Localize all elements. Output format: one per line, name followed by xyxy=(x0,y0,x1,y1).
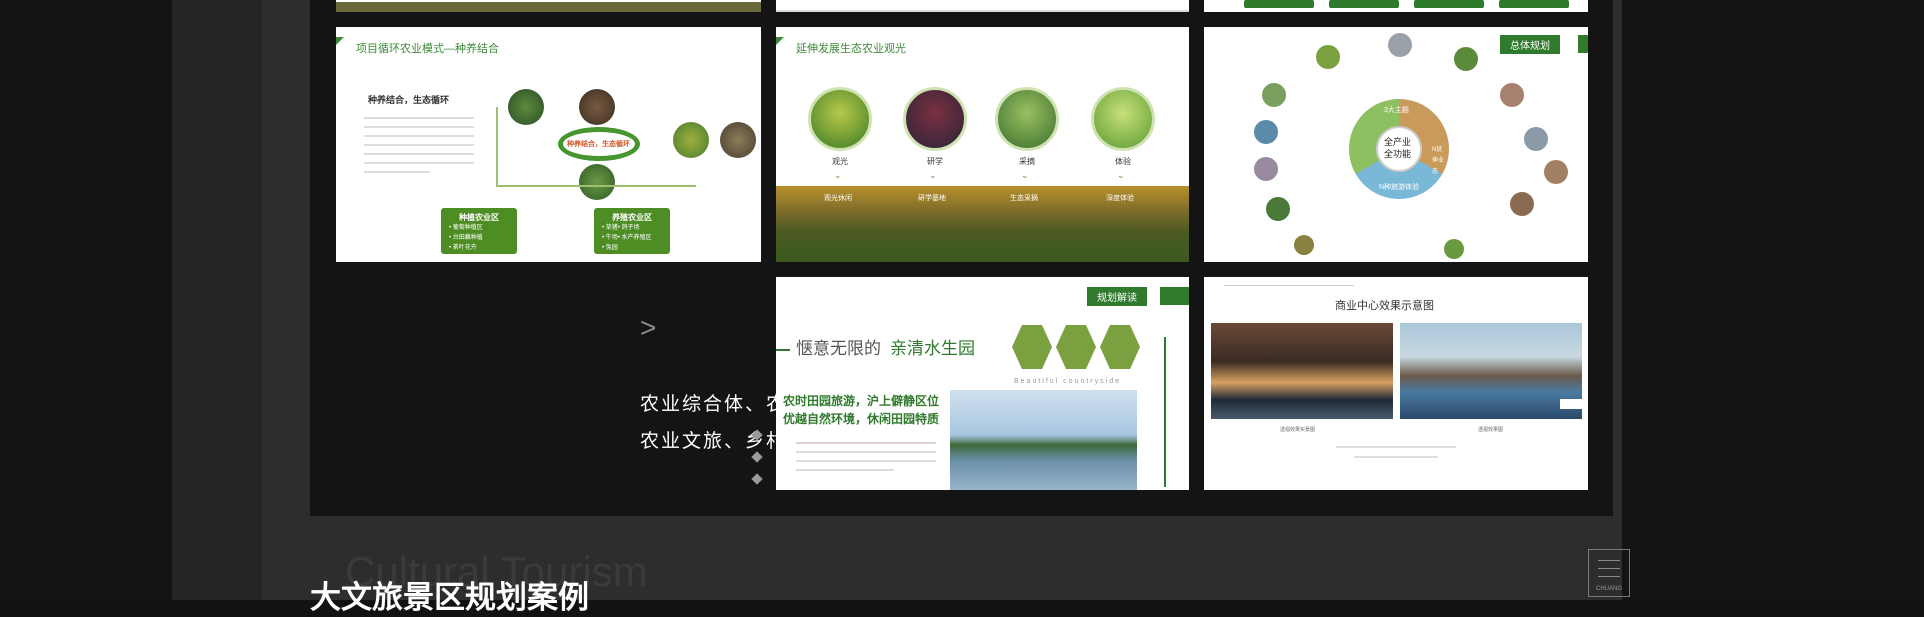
lake-photo xyxy=(950,390,1137,490)
chevron-down-icon: ⌄ xyxy=(929,171,937,181)
render-caption-1: 透视效果实景图 xyxy=(1280,427,1316,433)
headline-part-b: 亲清水生园 xyxy=(890,339,975,358)
breeding-zone-box: 养殖农业区 • 草猪• 鸽子场 • 牛场• 水产养殖区 • 兔园 xyxy=(594,208,670,254)
pagination-dot[interactable] xyxy=(751,473,763,485)
slide-pagination-dots[interactable] xyxy=(750,429,766,497)
band-label-sightseeing: 观光休闲 xyxy=(824,195,852,202)
theme-photo-icon xyxy=(1544,160,1568,184)
tourism-label: N种旅游体验 xyxy=(1379,184,1420,191)
theme-photo-icon xyxy=(1500,83,1524,107)
section-title: 大文旅景区规划案例 xyxy=(310,580,589,615)
slide-thumbnail-water-garden[interactable]: 规划解读 惬意无限的 亲清水生园 Beautiful countryside 农… xyxy=(776,277,1189,490)
theme-photo-icon xyxy=(1454,47,1478,71)
theme-photo-icon xyxy=(1316,45,1340,69)
theme-photo-icon xyxy=(1524,127,1548,151)
slide-thumbnail-eco-sightseeing[interactable]: 延伸发展生态农业观光 观光 研学 采摘 体验 ⌄ ⌄ ⌄ ⌄ 观光休闲 研学基地… xyxy=(776,27,1189,262)
study-photo-icon xyxy=(903,87,967,151)
cycle-center-label: 种养结合，生态循环 xyxy=(567,141,630,148)
theme-photo-icon xyxy=(1262,83,1286,107)
overall-planning-banner: 总体规划 xyxy=(1500,35,1560,54)
pagination-dot[interactable] xyxy=(751,429,763,441)
band-label-experience: 深度体验 xyxy=(1106,195,1134,202)
label-study: 研学 xyxy=(927,157,943,166)
photo-icon xyxy=(579,89,615,125)
render-caption-2: 透视效果图 xyxy=(1478,427,1504,433)
chevron-down-icon: ⌄ xyxy=(1021,171,1029,181)
label-picking: 采摘 xyxy=(1019,157,1035,166)
title-flag-icon xyxy=(336,37,344,45)
photo-icon xyxy=(720,122,756,158)
chevron-down-icon: ⌄ xyxy=(834,171,842,181)
slide-title: 延伸发展生态农业观光 xyxy=(796,43,906,55)
experience-photo-icon xyxy=(1091,87,1155,151)
slide-title: 商业中心效果示意图 xyxy=(1335,300,1434,312)
chevron-right-icon: > xyxy=(640,312,657,343)
planning-interpretation-banner: 规划解读 xyxy=(1087,287,1147,306)
theme-photo-icon xyxy=(1266,197,1290,221)
slide-thumbnail-top-3[interactable] xyxy=(1204,0,1588,12)
extension-label: N延伸业态 xyxy=(1432,147,1445,175)
title-flag-icon xyxy=(776,37,784,45)
slide-thumbnail-top-1[interactable] xyxy=(336,0,761,12)
slide-thumbnail-commercial-center[interactable]: 商业中心效果示意图 透视效果实景图 透视效果图 xyxy=(1204,277,1588,490)
planting-zone-box: 种植农业区 • 葡萄种植区 • 台田藕种植 • 茶叶花卉 xyxy=(441,208,517,254)
waterfront-render xyxy=(1400,323,1582,419)
commercial-street-render xyxy=(1211,323,1393,419)
photo-icon xyxy=(579,164,615,200)
theme-photo-icon xyxy=(1510,192,1534,216)
english-subtitle: Beautiful countryside xyxy=(1014,378,1121,385)
slide-thumbnail-overall-planning[interactable]: 总体规划 全产业 全功能 3大主题 N延伸业态 N种旅游体验 xyxy=(1204,27,1588,262)
slide-thumbnail-top-2[interactable] xyxy=(776,0,1189,12)
headline-part-a: 惬意无限的 xyxy=(796,339,881,358)
logo-text: CHUANG xyxy=(1595,586,1622,592)
label-experience: 体验 xyxy=(1115,157,1131,166)
slide-subtitle: 种养结合，生态循环 xyxy=(368,95,450,105)
band-label-study: 研学基地 xyxy=(918,195,946,202)
theme-photo-icon xyxy=(1254,120,1278,144)
chevron-down-icon: ⌄ xyxy=(1117,171,1125,181)
brand-logo-icon: CHUANG xyxy=(1588,549,1630,597)
green-headline-2: 优越自然环境，休闲田园特质 xyxy=(783,412,940,426)
theme-photo-icon xyxy=(1294,235,1314,255)
green-headline-1: 农时田园旅游，沪上僻静区位 xyxy=(783,394,940,408)
picking-photo-icon xyxy=(995,87,1059,151)
slide-title: 项目循环农业模式—种养结合 xyxy=(356,43,499,55)
theme-count-label: 3大主题 xyxy=(1384,107,1409,114)
photo-icon xyxy=(508,89,544,125)
theme-photo-icon xyxy=(1388,33,1412,57)
core-label-2: 全功能 xyxy=(1384,149,1412,159)
pagination-dot[interactable] xyxy=(751,451,763,463)
core-label-1: 全产业 xyxy=(1384,137,1412,147)
slide-thumbnail-circular-agriculture[interactable]: 项目循环农业模式—种养结合 种养结合，生态循环 种养结合，生态循环 种植农业区 xyxy=(336,27,761,262)
band-label-picking: 生态采摘 xyxy=(1010,195,1038,202)
theme-photo-icon xyxy=(1254,157,1278,181)
photo-icon xyxy=(673,122,709,158)
label-sightseeing: 观光 xyxy=(832,157,848,166)
page: 项目循环农业模式—种养结合 种养结合，生态循环 种养结合，生态循环 种植农业区 xyxy=(0,0,1924,615)
sightseeing-photo-icon xyxy=(808,87,872,151)
theme-photo-icon xyxy=(1444,239,1464,259)
